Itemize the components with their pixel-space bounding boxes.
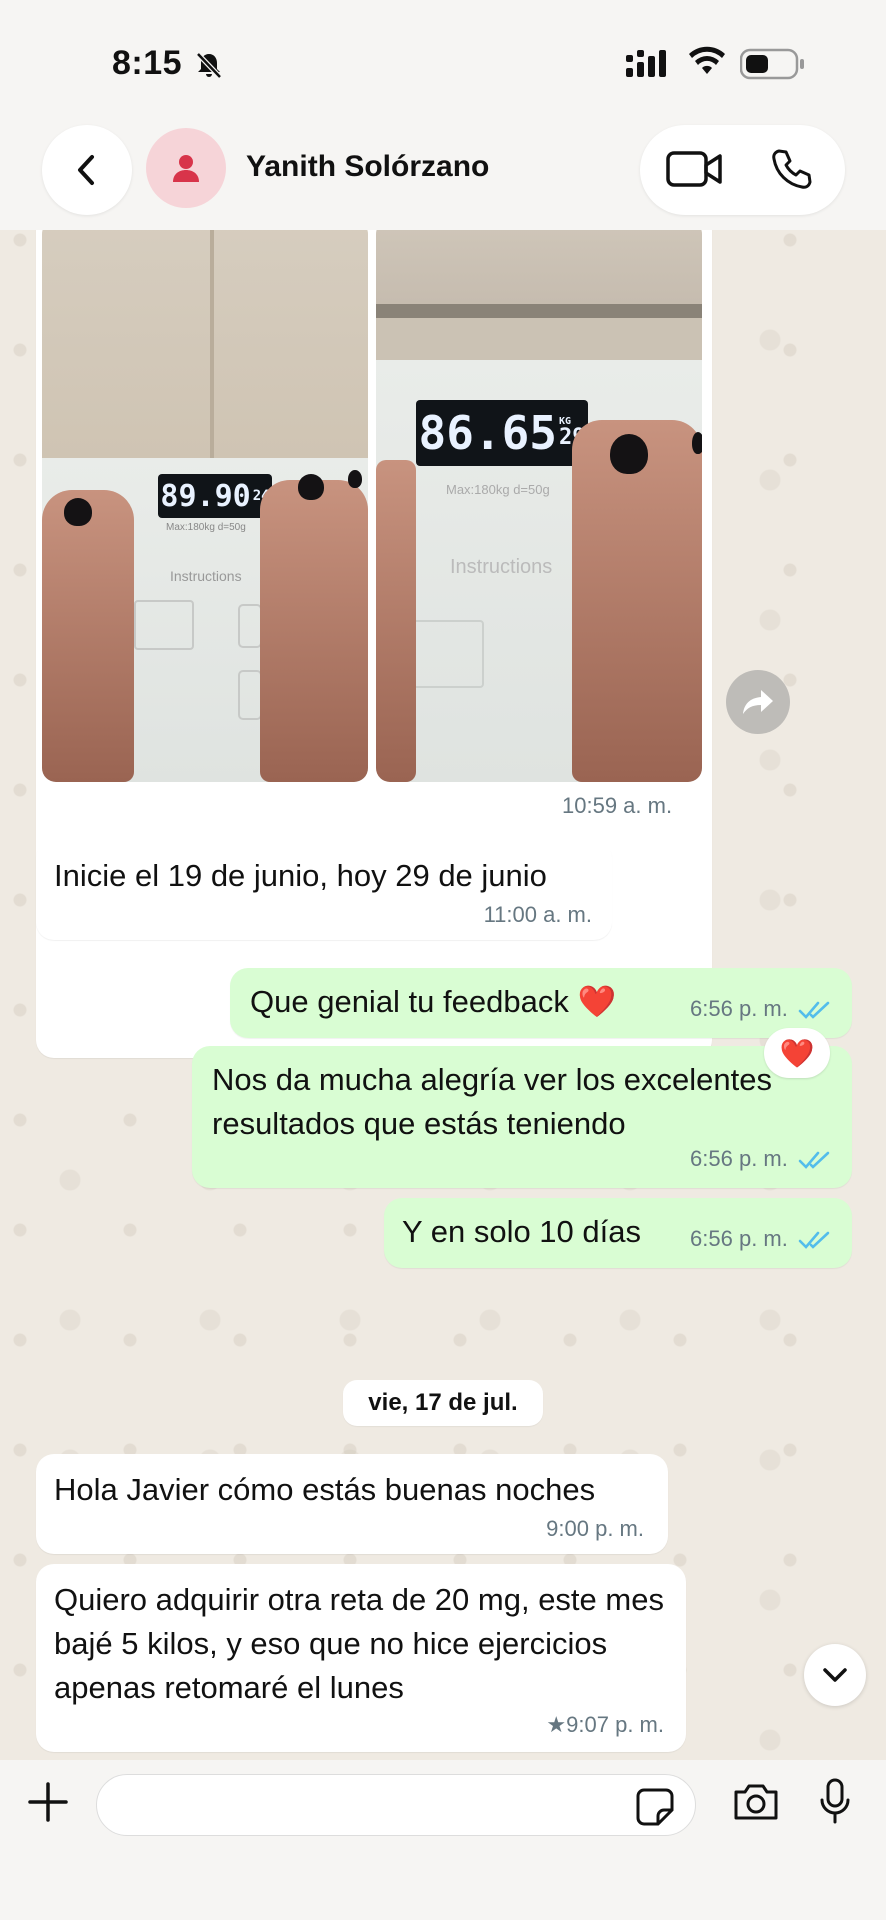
double-check-icon (798, 1001, 830, 1020)
scale-capacity-2: Max:180kg d=50g (446, 482, 550, 497)
phone-icon (772, 149, 812, 189)
message-time-status: ★9:07 p. m. (546, 1712, 664, 1738)
star-icon: ★ (546, 1712, 567, 1737)
date-separator: vie, 17 de jul. (343, 1380, 543, 1426)
message-list[interactable]: 89.90 24 Max:180kg d=50g Instructions 86.… (0, 230, 886, 1760)
scroll-to-bottom-button[interactable] (804, 1644, 866, 1706)
status-bar: 8:15 (0, 0, 886, 120)
message-time-status: 6:56 p. m. (690, 996, 832, 1022)
sticker-icon (636, 1788, 674, 1826)
camera-button[interactable] (732, 1782, 780, 1827)
message-text: Y en solo 10 días (402, 1214, 641, 1249)
scale-capacity-1: Max:180kg d=50g (166, 522, 246, 533)
scale-reading-2: 86.65 (418, 406, 557, 460)
message-bubble[interactable]: Y en solo 10 días 6:56 p. m. (384, 1198, 852, 1268)
message-bubble[interactable]: Hola Javier cómo estás buenas noches 9:0… (36, 1454, 668, 1554)
wifi-icon (688, 46, 726, 81)
scale-instructions-2: Instructions (450, 556, 553, 578)
scale-instructions-1: Instructions (170, 568, 242, 584)
message-text: Inicie el 19 de junio, hoy 29 de junio (54, 858, 547, 893)
message-bubble[interactable]: Inicie el 19 de junio, hoy 29 de junio 1… (36, 840, 612, 940)
person-icon (173, 155, 199, 182)
message-bubble[interactable]: Quiero adquirir otra reta de 20 mg, este… (36, 1564, 686, 1752)
sticker-button[interactable] (636, 1788, 674, 1831)
scale-reading-1: 89.90 (160, 478, 251, 514)
chevron-down-icon (823, 1668, 847, 1682)
avatar (146, 128, 226, 208)
cellular-signal-icon (626, 50, 670, 83)
message-time: 10:59 a. m. (562, 793, 673, 818)
message-bubble[interactable]: Nos da mucha alegría ver los excelentes … (192, 1046, 852, 1188)
clock: 8:15 (112, 44, 183, 82)
forward-button[interactable] (726, 670, 790, 734)
message-time: 11:00 a. m. (483, 902, 592, 927)
reaction-badge[interactable]: ❤️ (764, 1028, 830, 1078)
forward-arrow-icon (743, 690, 773, 714)
attach-button[interactable] (26, 1780, 70, 1829)
back-button[interactable] (42, 125, 132, 215)
message-time: 9:00 p. m. (546, 1516, 644, 1541)
video-camera-icon (666, 151, 722, 187)
call-buttons (640, 125, 845, 215)
chevron-left-icon (78, 155, 94, 185)
message-time: 6:56 p. m. (690, 1146, 788, 1171)
contact-avatar-button[interactable] (146, 128, 226, 208)
microphone-icon (820, 1778, 850, 1824)
microphone-button[interactable] (818, 1778, 852, 1831)
message-text: Hola Javier cómo estás buenas noches (54, 1472, 596, 1507)
message-bubble[interactable]: Que genial tu feedback ❤️ 6:56 p. m. (230, 968, 852, 1038)
message-time: 6:56 p. m. (690, 996, 788, 1021)
message-text: Que genial tu feedback ❤️ (250, 984, 617, 1019)
video-call-button[interactable] (666, 149, 724, 194)
message-time-status: 6:56 p. m. (690, 1146, 832, 1172)
message-time: 6:56 p. m. (690, 1226, 788, 1251)
double-check-icon (798, 1151, 830, 1170)
plus-icon (28, 1782, 68, 1822)
contact-name[interactable]: Yanith Solórzano (246, 150, 489, 184)
photo-scale-2[interactable]: 86.65 KG 29 Max:180kg d=50g Instructions (376, 230, 702, 782)
message-text: Nos da mucha alegría ver los excelentes … (212, 1062, 773, 1141)
voice-call-button[interactable] (770, 147, 814, 196)
message-text: Quiero adquirir otra reta de 20 mg, este… (54, 1582, 664, 1705)
message-input[interactable] (96, 1774, 696, 1836)
camera-icon (734, 1784, 778, 1820)
battery-icon (739, 48, 806, 85)
message-time: 9:07 p. m. (566, 1712, 664, 1737)
double-check-icon (798, 1231, 830, 1250)
bell-slash-icon (194, 50, 224, 85)
message-time-status: 6:56 p. m. (690, 1226, 832, 1252)
photo-scale-1[interactable]: 89.90 24 Max:180kg d=50g Instructions (42, 230, 368, 782)
